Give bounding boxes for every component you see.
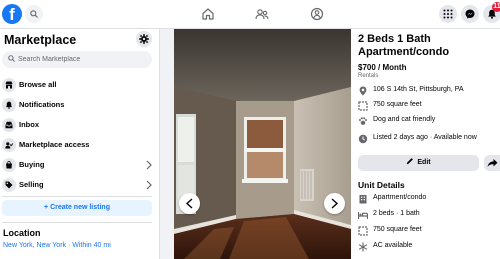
sidebar-title: Marketplace	[4, 33, 77, 47]
listing-listed-time: Listed 2 days ago · Available now	[373, 134, 477, 141]
bell-icon	[5, 101, 13, 109]
sidebar-item-marketplace-access[interactable]: Marketplace access	[0, 136, 158, 156]
sidebar-divider	[2, 196, 152, 197]
listing-address: 106 S 14th St, Pittsburgh, PA	[373, 86, 464, 93]
chevron-right-icon	[146, 180, 152, 190]
snowflake-icon	[358, 242, 368, 252]
sidebar-item-notifications[interactable]: Notifications	[0, 96, 158, 116]
location-filter-link[interactable]: New York, New York · Within 40 mi	[3, 242, 111, 249]
unit-detail-text: AC available	[373, 242, 413, 249]
sidebar-item-label: Marketplace access	[19, 140, 90, 149]
listing-size: 750 square feet	[373, 101, 422, 108]
share-button[interactable]	[484, 155, 500, 171]
bed-icon	[358, 212, 368, 219]
building-icon	[359, 195, 367, 204]
search-icon	[8, 55, 15, 62]
sidebar-item-label: Browse all	[19, 80, 57, 89]
area-icon	[358, 101, 368, 111]
listing-pets: Dog and cat friendly	[373, 116, 436, 123]
previous-photo-button[interactable]	[179, 193, 200, 214]
pencil-icon	[407, 158, 414, 165]
unit-detail-text: 2 beds · 1 bath	[373, 210, 420, 217]
groups-icon[interactable]	[255, 7, 269, 21]
sidebar-item-buying[interactable]: Buying	[0, 156, 158, 176]
location-pin-icon	[359, 86, 367, 96]
tag-icon	[5, 181, 13, 189]
share-arrow-icon	[487, 159, 498, 167]
create-new-listing-button[interactable]: + Create new listing	[2, 200, 152, 216]
facebook-logo-icon[interactable]: f	[2, 4, 22, 24]
sidebar-item-label: Notifications	[19, 100, 65, 109]
menu-button[interactable]	[439, 5, 457, 23]
inbox-icon	[5, 121, 13, 129]
area-icon	[358, 226, 368, 236]
marketplace-search-field[interactable]	[2, 51, 152, 68]
gear-icon	[139, 34, 149, 44]
location-title: Location	[3, 228, 41, 238]
home-icon[interactable]	[201, 7, 215, 21]
sidebar-item-selling[interactable]: Selling	[0, 176, 158, 196]
marketplace-search-input[interactable]	[18, 51, 148, 68]
notification-count-badge: 11	[492, 2, 500, 12]
listing-photo	[174, 29, 351, 259]
listing-price: $700 / Month	[358, 63, 407, 72]
access-icon	[5, 142, 13, 149]
unit-details-title: Unit Details	[358, 180, 405, 190]
search-icon	[30, 10, 38, 18]
sidebar-item-label: Inbox	[19, 120, 39, 129]
unit-detail-row: 2 beds · 1 bath	[358, 209, 500, 221]
sidebar-item-label: Buying	[19, 160, 45, 169]
apps-grid-icon	[443, 9, 453, 19]
sidebar-item-browse-all[interactable]: Browse all	[0, 76, 158, 96]
unit-detail-text: Apartment/condo	[373, 194, 427, 201]
clock-icon	[358, 134, 368, 144]
search-button[interactable]	[25, 5, 43, 23]
listing-category-link[interactable]: Rentals	[358, 73, 378, 79]
next-photo-button[interactable]	[324, 193, 345, 214]
listing-pets-row: Dog and cat friendly	[358, 115, 500, 127]
watch-icon[interactable]	[310, 7, 324, 21]
chevron-right-icon	[146, 160, 152, 170]
listing-time-row: Listed 2 days ago · Available now	[358, 133, 500, 145]
sidebar-item-label: Selling	[19, 180, 44, 189]
storefront-icon	[5, 81, 13, 89]
apartment-room-image	[174, 29, 351, 259]
listing-title: 2 Beds 1 Bath Apartment/condo	[358, 33, 450, 58]
chevron-right-icon	[331, 198, 339, 209]
edit-label: Edit	[417, 159, 431, 166]
edit-listing-button[interactable]: Edit	[358, 155, 479, 171]
sidebar-divider	[2, 222, 152, 223]
chevron-left-icon	[185, 198, 193, 209]
top-navigation-bar: f 11	[0, 0, 500, 29]
unit-detail-text: 750 square feet	[373, 226, 422, 233]
paw-icon	[359, 117, 367, 125]
messenger-button[interactable]	[461, 5, 479, 23]
unit-detail-row: 750 square feet	[358, 225, 500, 237]
listing-size-row: 750 square feet	[358, 100, 500, 112]
unit-detail-row: AC available	[358, 241, 500, 253]
shopping-bag-icon	[6, 161, 12, 169]
unit-detail-row: Apartment/condo	[358, 193, 500, 205]
sidebar-item-inbox[interactable]: Inbox	[0, 116, 158, 136]
settings-button[interactable]	[136, 31, 152, 47]
listing-address-row: 106 S 14th St, Pittsburgh, PA	[358, 85, 500, 97]
messenger-icon	[465, 9, 475, 19]
